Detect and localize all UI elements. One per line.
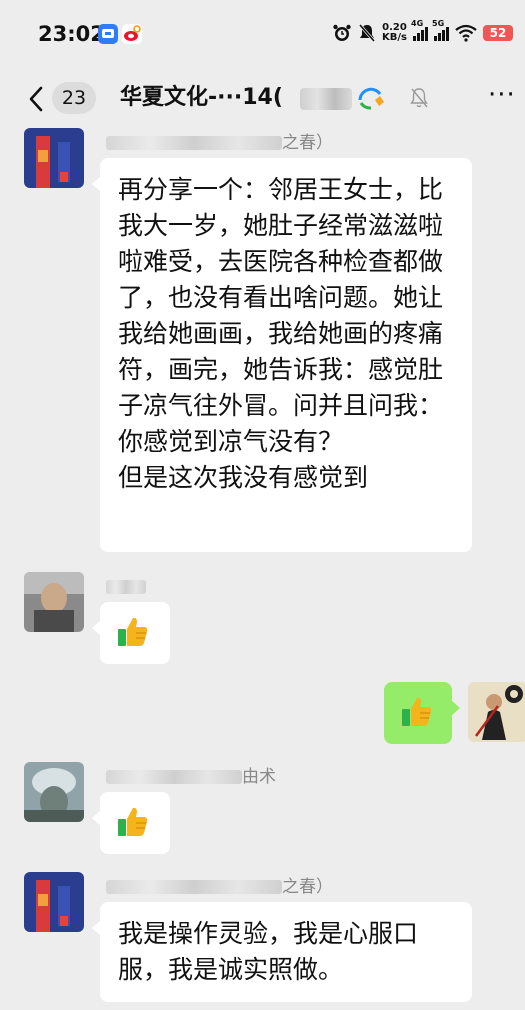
message-bubble[interactable]: [92, 602, 170, 664]
signal-4g-icon: 4G: [411, 19, 428, 41]
message-app-icon: [98, 24, 118, 44]
avatar[interactable]: [24, 128, 84, 188]
sender-name-redacted: [106, 880, 282, 894]
avatar[interactable]: [24, 762, 84, 822]
status-icons: 0.20 KB/s 4G 5G 52: [332, 19, 513, 46]
message-bubble[interactable]: 我是操作灵验，我是心服口服，我是诚实照做。: [92, 902, 472, 1002]
avatar[interactable]: [24, 872, 84, 932]
chat-title[interactable]: 华夏文化-···14(: [120, 82, 283, 114]
sender-name: 之春）: [106, 132, 333, 154]
wifi-icon: [455, 24, 477, 42]
net-speed: 0.20 KB/s: [382, 22, 407, 43]
chevron-left-icon: [29, 86, 43, 112]
sender-name: 之春）: [106, 876, 333, 898]
sender-name: 由术: [106, 766, 276, 788]
thumbs-up-emoji: [118, 617, 148, 646]
message-bubble[interactable]: 再分享一个：邻居王女士，比我大一岁，她肚子经常滋滋啦啦难受，去医院各种检查都做了…: [92, 158, 472, 552]
sender-name-redacted: [106, 770, 242, 784]
message-bubble-self[interactable]: [384, 682, 460, 744]
sender-name-redacted: [106, 136, 282, 150]
chat-header: 23 华夏文化-···14( ···: [0, 70, 525, 128]
bell-off-icon: [410, 88, 428, 108]
avatar[interactable]: [24, 572, 84, 632]
mute-bell-icon: [358, 24, 376, 42]
status-bar: 23:02 0.20 KB/s 4G 5G 52: [0, 0, 525, 70]
signal-5g-icon: 5G: [432, 19, 449, 41]
weibo-icon: [122, 24, 142, 44]
more-options-button[interactable]: ···: [488, 80, 516, 110]
chat-message-list[interactable]: 之春） 再分享一个：邻居王女士，比我大一岁，她肚子经常滋滋啦啦难受，去医院各种检…: [0, 128, 525, 1010]
unread-count-badge[interactable]: 23: [52, 82, 96, 114]
sender-name: [106, 576, 146, 598]
self-avatar[interactable]: [468, 682, 525, 742]
message-text: 我是操作灵验，我是心服口服，我是诚实照做。: [118, 919, 419, 984]
group-tag-icon: [358, 87, 384, 110]
message-bubble[interactable]: [92, 792, 170, 854]
message-text: 再分享一个：邻居王女士，比我大一岁，她肚子经常滋滋啦啦难受，去医院各种检查都做了…: [118, 175, 444, 492]
battery-indicator: 52: [483, 25, 513, 41]
status-time: 23:02: [38, 22, 105, 46]
thumbs-up-emoji: [402, 697, 432, 726]
back-button[interactable]: [26, 84, 52, 114]
title-redacted: [300, 88, 352, 110]
alarm-icon: [333, 24, 351, 41]
thumbs-up-emoji: [118, 807, 148, 836]
sender-name-redacted: [106, 580, 146, 594]
